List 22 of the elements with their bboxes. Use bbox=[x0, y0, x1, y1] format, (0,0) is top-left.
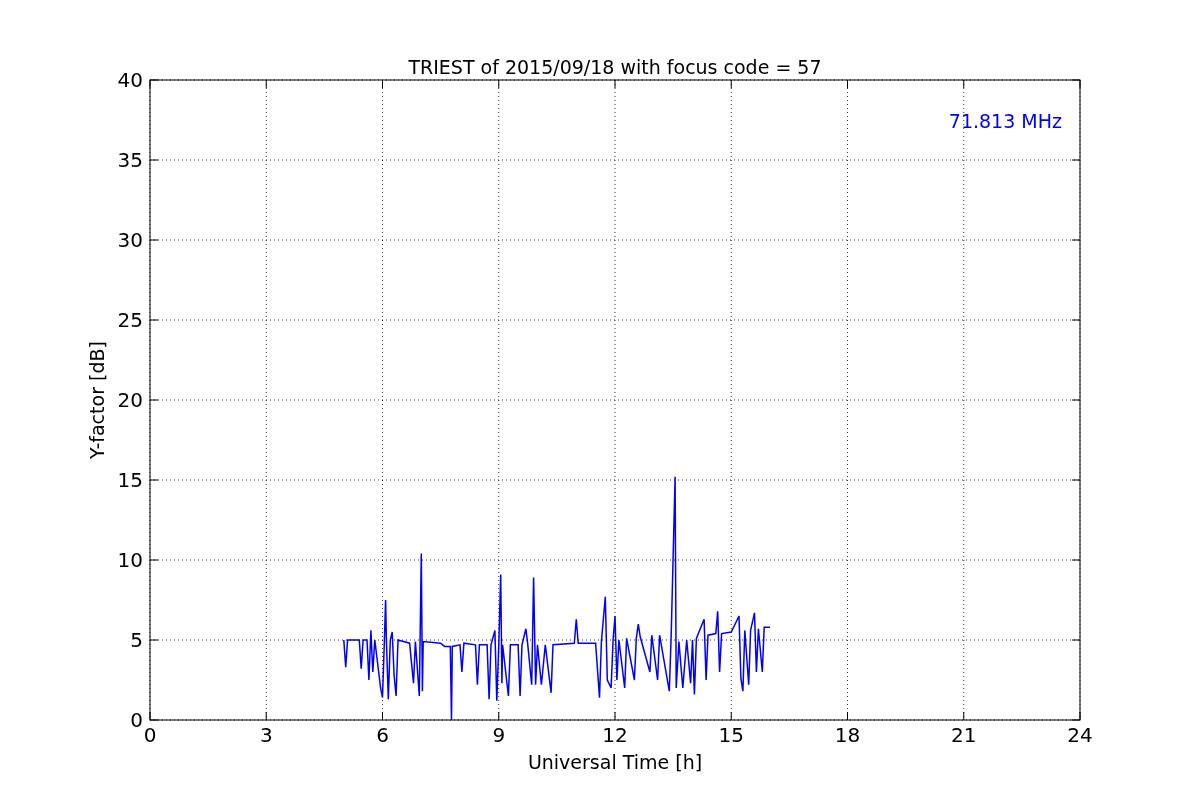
x-axis-label: Universal Time [h] bbox=[527, 751, 703, 773]
series-label: 71.813 MHz bbox=[948, 110, 1062, 132]
y-tick-label: 0 bbox=[130, 708, 143, 732]
y-tick-label: 35 bbox=[117, 148, 143, 172]
x-tick-label: 0 bbox=[143, 723, 157, 747]
x-tick-label: 6 bbox=[376, 723, 389, 747]
chart-title: TRIEST of 2015/09/18 with focus code = 57 bbox=[408, 56, 822, 78]
x-tick-label: 12 bbox=[602, 723, 628, 747]
y-tick-label: 25 bbox=[117, 308, 143, 332]
x-tick-label: 9 bbox=[492, 723, 506, 747]
y-tick-label: 15 bbox=[117, 468, 143, 492]
y-axis-label: Y-factor [dB] bbox=[86, 341, 108, 459]
y-tick-label: 5 bbox=[130, 628, 143, 652]
y-tick-label: 30 bbox=[117, 228, 143, 252]
x-tick-label: 24 bbox=[1067, 723, 1093, 747]
x-tick-label: 18 bbox=[834, 723, 861, 747]
y-tick-label: 10 bbox=[117, 548, 143, 572]
y-tick-label: 40 bbox=[117, 68, 143, 92]
x-tick-label: 3 bbox=[259, 723, 273, 747]
x-tick-label: 15 bbox=[718, 723, 744, 747]
x-tick-label: 21 bbox=[951, 723, 977, 747]
y-tick-label: 20 bbox=[117, 388, 143, 412]
